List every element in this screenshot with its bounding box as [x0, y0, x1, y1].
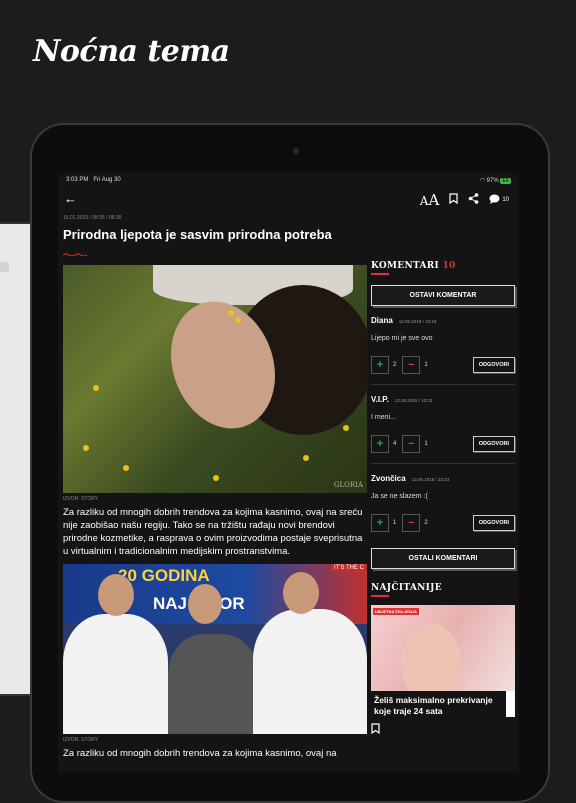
article-paragraph: Za razliku od mnogih dobrih trendova za …	[63, 507, 363, 557]
wifi-icon: ◠	[479, 178, 485, 184]
downvote-button[interactable]: −	[402, 435, 421, 453]
heading-underline	[371, 273, 389, 275]
title-underline	[63, 253, 88, 256]
comment-divider	[371, 463, 515, 464]
comment-item: Zvončica 12.05.2018 / 10:23 Ja se ne slaz…	[371, 474, 515, 532]
status-bar: 3:03 PM Fri Aug 30 ◠ 97% EX	[58, 173, 519, 187]
comment-date: 12.05.2018 / 10:23	[398, 319, 437, 324]
downvote-button[interactable]: −	[402, 514, 421, 532]
comment-author: V.I.P.	[371, 395, 389, 404]
back-arrow-icon[interactable]: ←	[64, 191, 77, 206]
reply-button[interactable]: ODGOVORI	[472, 357, 515, 373]
bookmark-icon[interactable]	[371, 723, 515, 737]
article-paragraph-2: Za razliku od mnogih dobrih trendova za …	[63, 748, 337, 759]
comment-date: 12.05.2018 / 10:23	[394, 398, 433, 403]
most-read-card[interactable]: UMJETNA ŽIVLJENJA	[371, 605, 515, 691]
image-credit: IZVOR: STORY	[63, 496, 99, 502]
app-screen: 3:03 PM Fri Aug 30 ◠ 97% EX ← AA 10 15.0…	[58, 173, 519, 773]
comment-item: Diana 12.05.2018 / 10:23 Lijepo mi je sve…	[371, 316, 515, 385]
image-corner-text: IT'S THE C	[330, 564, 367, 572]
reply-button[interactable]: ODGOVORI	[472, 436, 515, 452]
comments-count: 10	[502, 197, 509, 203]
comment-item: V.I.P. 12.05.2018 / 10:23 I meni... + 4 −…	[371, 395, 515, 464]
upvote-button[interactable]: +	[371, 435, 389, 453]
article-image-woman: GLORIA	[63, 265, 367, 493]
comment-date: 12.05.2018 / 10:23	[411, 477, 450, 482]
most-read-heading: NAJČITANIJE	[371, 583, 442, 593]
comment-text: I meni...	[371, 414, 396, 421]
image-banner-text: 20 GODINA	[118, 566, 210, 585]
article-dateline: 15.01.2019 / 08:35 / 08:30	[63, 215, 122, 221]
background-device-bar	[0, 262, 9, 272]
article-title: Prirodna ljepota je sasvim prirodna potr…	[63, 227, 332, 242]
bookmark-icon[interactable]	[449, 193, 458, 207]
comments-icon[interactable]	[489, 194, 500, 207]
upvote-count: 1	[393, 520, 397, 526]
card-tag: UMJETNA ŽIVLJENJA	[373, 608, 419, 615]
status-right: ◠ 97% EX	[480, 177, 511, 184]
text-size-icon[interactable]: AA	[420, 191, 440, 209]
article-image-group: 20 GODINA NAJ IZBOR IT'S THE C	[63, 564, 367, 734]
front-camera	[293, 148, 299, 154]
article-toolbar: ← AA 10	[58, 187, 519, 215]
battery-icon: EX	[500, 178, 511, 184]
add-comment-button[interactable]: OSTAVI KOMENTAR	[371, 285, 515, 306]
upvote-count: 2	[393, 362, 397, 368]
downvote-count: 1	[424, 362, 428, 368]
upvote-count: 4	[393, 441, 397, 447]
article-body: GLORIA IZVOR: STORY Za razliku od mnogih…	[63, 265, 367, 760]
comments-heading: KOMENTARI 10	[371, 261, 456, 271]
comment-text: Ja se ne slazem :(	[371, 493, 428, 500]
share-icon[interactable]	[468, 193, 479, 207]
downvote-count: 2	[424, 520, 428, 526]
downvote-count: 1	[424, 441, 428, 447]
comment-author: Zvončica	[371, 474, 406, 483]
reply-button[interactable]: ODGOVORI	[472, 515, 515, 531]
more-comments-button[interactable]: OSTALI KOMENTARI	[371, 548, 515, 569]
comment-divider	[371, 384, 515, 385]
comment-text: Lijepo mi je sve ovo	[371, 335, 433, 342]
upvote-button[interactable]: +	[371, 356, 389, 374]
battery-percent: 97%	[486, 178, 499, 184]
most-read-section: NAJČITANIJE UMJETNA ŽIVLJENJA Želiš maks…	[371, 583, 515, 737]
most-read-image: UMJETNA ŽIVLJENJA	[371, 605, 515, 691]
downvote-button[interactable]: −	[402, 356, 421, 374]
promo-title: Noćna tema	[33, 34, 230, 69]
comment-author: Diana	[371, 316, 393, 325]
most-read-title[interactable]: Želiš maksimalno prekrivanje koje traje …	[371, 691, 507, 717]
heading-underline	[371, 595, 389, 597]
image-credit-2: IZVOR: STORY	[63, 737, 99, 743]
status-time: 3:03 PM Fri Aug 30	[66, 177, 121, 183]
upvote-button[interactable]: +	[371, 514, 389, 532]
sidebar: KOMENTARI 10 OSTAVI KOMENTAR Diana 12.05.…	[371, 261, 515, 737]
image-watermark: GLORIA	[333, 481, 363, 489]
